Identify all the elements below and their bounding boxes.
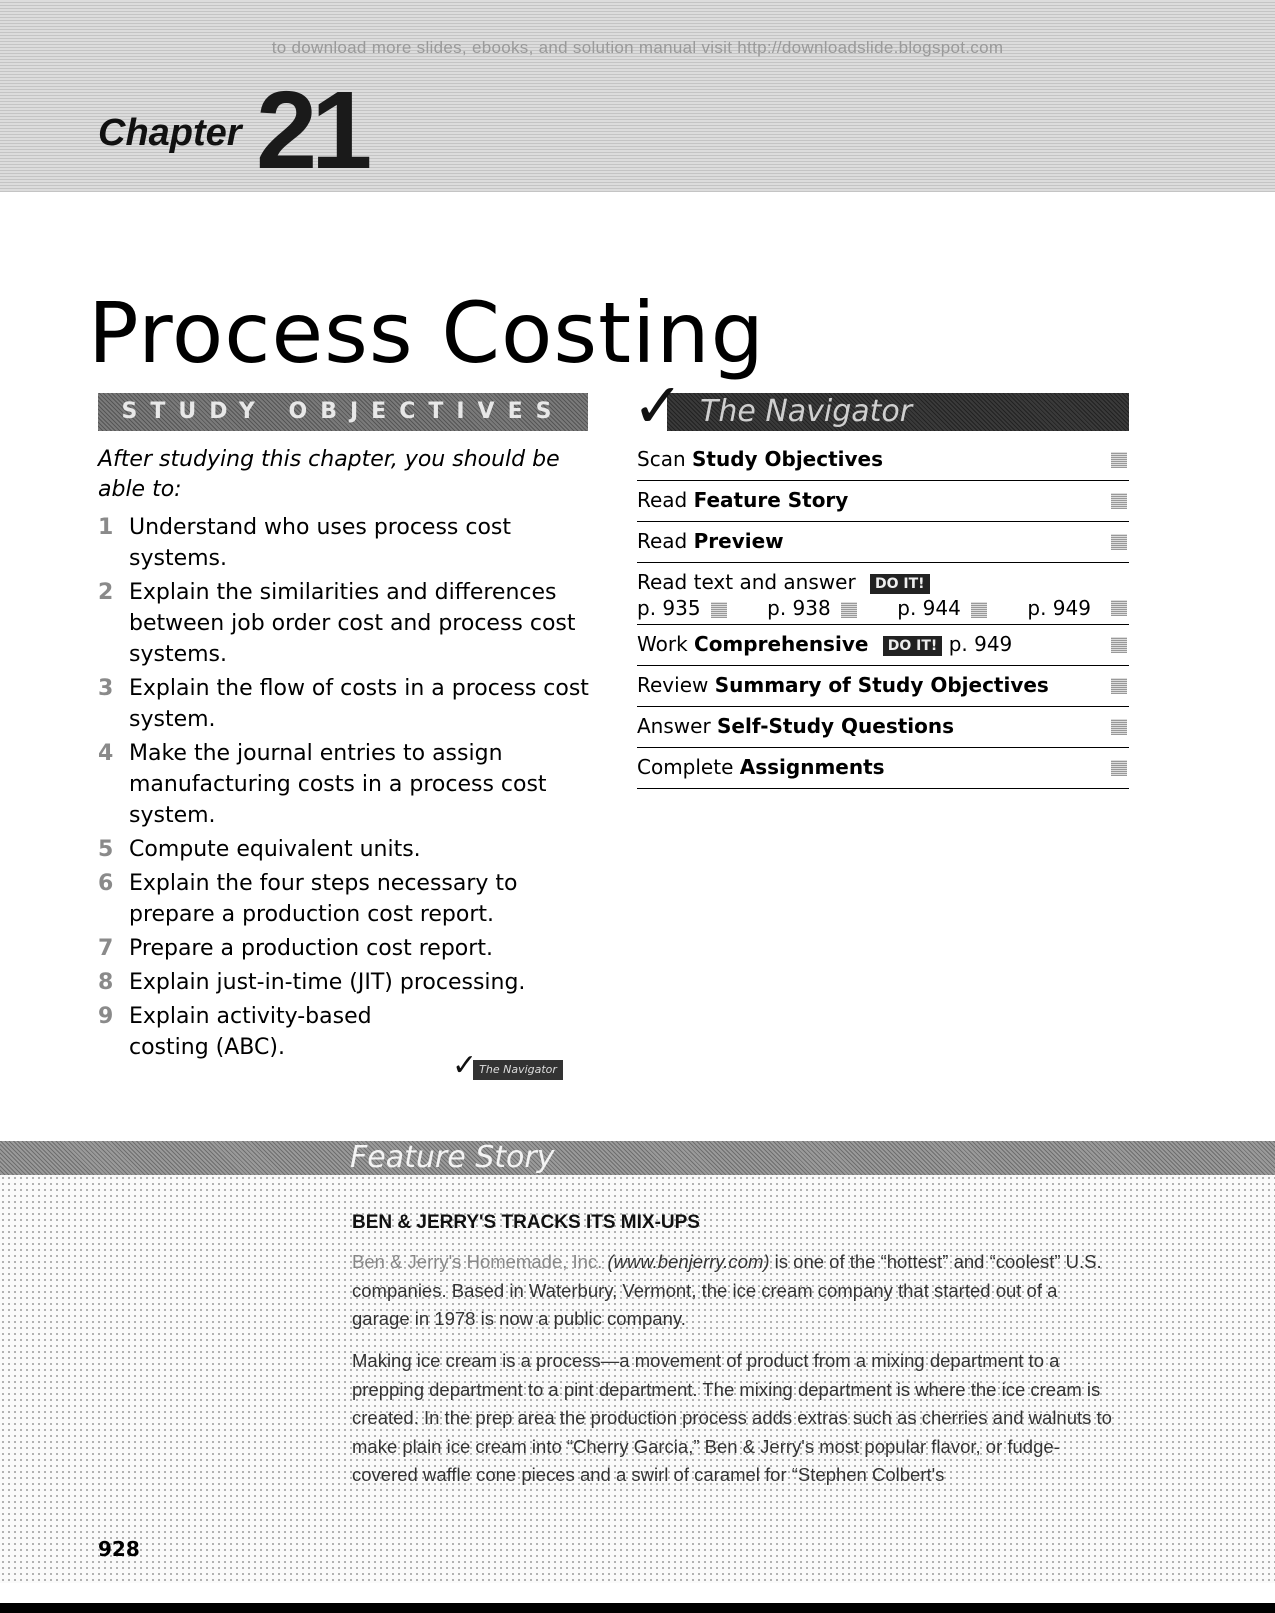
study-objective: 5 Compute equivalent units.	[98, 834, 598, 865]
objective-number: 1	[98, 515, 114, 540]
study-objective: 3 Explain the flow of costs in a process …	[98, 673, 598, 735]
page-ref: p. 935	[637, 596, 701, 620]
row-verb: Read	[637, 488, 688, 512]
doit-badge: DO IT!	[870, 573, 930, 594]
page-checkboxes: p. 935 p. 938 p. 944 p. 949	[637, 596, 1129, 620]
objective-number: 3	[98, 676, 114, 701]
navigator-row: Read text and answer DO IT! p. 935 p. 93…	[637, 563, 1129, 625]
row-object: Study Objectives	[691, 447, 884, 471]
checkbox[interactable]	[1111, 678, 1127, 694]
mini-navigator-label: The Navigator	[473, 1060, 563, 1080]
checkbox[interactable]	[710, 601, 727, 618]
row-object: Summary of Study Objectives	[714, 673, 1049, 697]
navigator-heading: ✓ The Navigator	[632, 375, 1129, 437]
navigator-row: Work Comprehensive DO IT! p. 949	[637, 625, 1129, 666]
scan-bottom-edge	[0, 1603, 1275, 1613]
chapter-number: 21	[256, 69, 372, 192]
checkbox[interactable]	[1111, 719, 1127, 735]
study-objective: 7 Prepare a production cost report.	[98, 933, 598, 964]
row-verb: Scan	[637, 447, 686, 471]
feature-story-band	[0, 1141, 1275, 1175]
checkbox[interactable]	[1111, 452, 1127, 468]
page-ref: p. 938	[767, 596, 831, 620]
objective-number: 7	[98, 936, 114, 961]
objective-number: 2	[98, 580, 114, 605]
page-ref: p. 944	[897, 596, 961, 620]
checkbox[interactable]	[1111, 534, 1127, 550]
objective-text: Understand who uses process cost systems…	[129, 515, 512, 571]
checkmark-icon: ✓	[632, 369, 684, 442]
study-objective: 8 Explain just-in-time (JIT) processing.	[98, 967, 598, 998]
navigator-row: Read Preview	[637, 522, 1129, 563]
navigator-row: Scan Study Objectives	[637, 440, 1129, 481]
mini-navigator-badge: ✓ The Navigator	[452, 1051, 563, 1081]
objective-text: Explain the four steps necessary to prep…	[129, 871, 518, 927]
checkbox[interactable]	[970, 601, 987, 618]
objective-number: 8	[98, 970, 114, 995]
study-objective: 1 Understand who uses process cost system…	[98, 512, 598, 574]
row-object: Preview	[693, 529, 784, 553]
objective-text: Explain just-in-time (JIT) processing.	[129, 970, 526, 995]
row-object: Assignments	[739, 755, 885, 779]
doit-badge: DO IT!	[882, 635, 943, 656]
navigator-row: Answer Self-Study Questions	[637, 707, 1129, 748]
objective-number: 9	[98, 1004, 114, 1029]
objective-number: 6	[98, 871, 114, 896]
study-objective: 4 Make the journal entries to assign manu…	[98, 738, 598, 831]
feature-paragraph: Ben & Jerry's Homemade, Inc. (www.benjer…	[352, 1248, 1112, 1334]
study-objectives-intro: After studying this chapter, you should …	[98, 447, 560, 502]
study-objectives-heading: STUDY OBJECTIVES	[98, 393, 588, 431]
row-verb: Read text and answer	[637, 570, 856, 594]
objective-number: 4	[98, 741, 114, 766]
row-verb: Review	[637, 673, 709, 697]
row-object: Comprehensive	[694, 632, 869, 656]
row-object: Feature Story	[693, 488, 849, 512]
page-ref: p. 949	[1027, 596, 1091, 620]
objective-text: Compute equivalent units.	[129, 837, 421, 862]
company-url: (www.benjerry.com)	[607, 1251, 770, 1272]
navigator-row: Complete Assignments	[637, 748, 1129, 789]
feature-story-heading: Feature Story	[350, 1140, 555, 1175]
chapter-title: Process Costing	[88, 284, 765, 383]
checkbox[interactable]	[1111, 760, 1127, 776]
row-object: Self-Study Questions	[717, 714, 955, 738]
row-verb: Complete	[637, 755, 734, 779]
navigator-title: The Navigator	[700, 394, 913, 429]
feature-paragraph: Making ice cream is a process—a movement…	[352, 1350, 1112, 1485]
objective-number: 5	[98, 837, 114, 862]
study-objective: 2 Explain the similarities and difference…	[98, 577, 598, 670]
feature-headline: BEN & JERRY'S TRACKS ITS MIX-UPS	[352, 1212, 700, 1233]
checkbox[interactable]	[840, 601, 857, 618]
checkbox[interactable]	[1111, 493, 1127, 509]
checkbox[interactable]	[1111, 637, 1127, 653]
objective-text: Prepare a production cost report.	[129, 936, 493, 961]
row-verb: Read	[637, 529, 688, 553]
page-number: 928	[98, 1537, 140, 1561]
navigator-row: Review Summary of Study Objectives	[637, 666, 1129, 707]
objective-text: Make the journal entries to assign manuf…	[129, 741, 547, 828]
study-objectives-list: 1 Understand who uses process cost system…	[98, 512, 598, 1066]
navigator-checklist: Scan Study Objectives Read Feature Story…	[637, 440, 1129, 789]
chapter-label: Chapter	[98, 112, 242, 154]
objective-text: Explain activity-based costing (ABC).	[129, 1004, 372, 1060]
row-verb: Answer	[637, 714, 711, 738]
navigator-row: Read Feature Story	[637, 481, 1129, 522]
page-ref: p. 949	[948, 632, 1013, 656]
company-name: Ben & Jerry's Homemade, Inc.	[352, 1251, 603, 1272]
objective-text: Explain the similarities and differences…	[129, 580, 576, 667]
objective-text: Explain the flow of costs in a process c…	[129, 676, 589, 732]
row-verb: Work	[637, 632, 688, 656]
watermark-text: to download more slides, ebooks, and sol…	[271, 38, 1004, 57]
study-objective: 6 Explain the four steps necessary to pre…	[98, 868, 598, 930]
checkbox[interactable]	[1111, 600, 1127, 616]
chapter-header-band	[0, 0, 1275, 192]
